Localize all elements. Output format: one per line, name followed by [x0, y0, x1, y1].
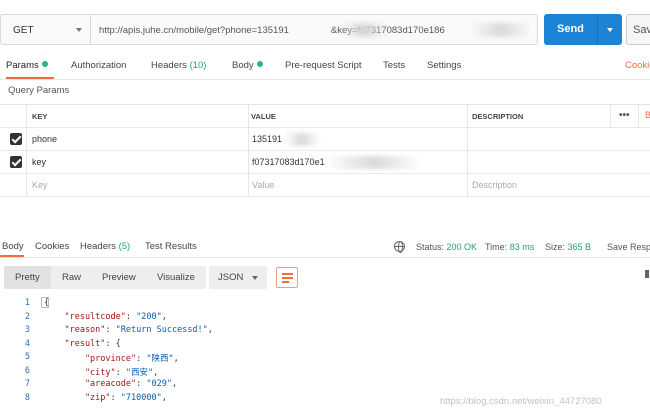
- param-description-cell[interactable]: [468, 128, 610, 151]
- chevron-down-icon: [76, 28, 82, 32]
- code-line: "zip": "710000",: [44, 392, 167, 403]
- column-divider: [26, 104, 27, 196]
- column-divider: [248, 104, 249, 196]
- param-key-cell[interactable]: phone: [0, 128, 248, 151]
- header-key: KEY: [32, 112, 48, 121]
- table-row: key f07317083d170e1: [0, 151, 650, 174]
- time-readout: Time: 83 ms: [485, 242, 535, 252]
- query-params-title: Query Params: [8, 85, 70, 96]
- view-visualize-button[interactable]: Visualize: [146, 266, 206, 289]
- panel-edge-icon: [645, 270, 649, 278]
- line-number: 2: [24, 311, 30, 322]
- column-divider: [638, 104, 639, 127]
- param-value-cell[interactable]: 135191: [248, 128, 468, 151]
- divider: [0, 257, 650, 258]
- cookies-link[interactable]: Cookie: [625, 60, 650, 71]
- code-line: "reason": "Return Successd!",: [44, 325, 213, 335]
- line-number: 6: [24, 365, 30, 376]
- tab-tests[interactable]: Tests: [383, 60, 405, 71]
- line-number: 4: [24, 338, 30, 349]
- tab-response-body[interactable]: Body: [2, 241, 24, 252]
- tab-params[interactable]: Params: [6, 60, 48, 71]
- divider: [0, 79, 650, 80]
- params-table: KEY VALUE DESCRIPTION phone 135191 key f…: [0, 104, 650, 197]
- size-readout: Size: 365 B: [545, 242, 592, 252]
- redacted-blur: [326, 156, 422, 169]
- wrap-line-bar: [282, 277, 293, 279]
- redacted-blur: [338, 23, 390, 37]
- tab-pre-request-script[interactable]: Pre-request Script: [285, 60, 362, 71]
- send-label: Send: [557, 23, 584, 35]
- tab-test-results[interactable]: Test Results: [145, 241, 197, 252]
- table-header-row: KEY VALUE DESCRIPTION: [0, 105, 650, 128]
- save-button[interactable]: Sav: [626, 14, 650, 45]
- view-raw-button[interactable]: Raw: [51, 266, 93, 289]
- more-options-icon[interactable]: •••: [619, 110, 630, 121]
- line-number: 3: [24, 325, 30, 335]
- wrap-line-bar: [282, 273, 293, 275]
- param-description-cell[interactable]: [468, 151, 610, 174]
- watermark: https://blog.csdn.net/weixin_44727080: [440, 396, 602, 407]
- status-dot-icon: [256, 61, 263, 67]
- tab-authorization[interactable]: Authorization: [71, 60, 126, 71]
- save-label: Sav: [633, 24, 650, 36]
- new-key-input[interactable]: Key: [0, 174, 248, 197]
- tab-settings[interactable]: Settings: [427, 60, 461, 71]
- request-url-bar: GET http://apis.juhe.cn/mobile/get?phone…: [0, 14, 650, 45]
- send-options-button[interactable]: [597, 14, 622, 45]
- line-number: 7: [24, 379, 30, 389]
- tab-headers[interactable]: Headers (10): [151, 60, 206, 71]
- view-preview-button[interactable]: Preview: [93, 266, 146, 289]
- method-select[interactable]: GET: [0, 14, 91, 45]
- code-line: "province": "陕西",: [44, 354, 179, 364]
- column-divider: [610, 104, 611, 127]
- format-label: JSON: [218, 272, 244, 283]
- redacted-blur: [284, 133, 320, 146]
- line-number: 1: [24, 298, 30, 308]
- format-select[interactable]: JSON: [209, 266, 267, 289]
- code-line: "result": {: [44, 338, 121, 349]
- code-line: "resultcode": "200",: [44, 311, 167, 322]
- table-row: phone 135191: [0, 128, 650, 151]
- tab-response-cookies[interactable]: Cookies: [35, 241, 69, 252]
- status-readout: Status: 200 OK: [416, 242, 478, 252]
- line-number: 5: [24, 352, 30, 362]
- view-pretty-button[interactable]: Pretty: [4, 266, 51, 289]
- url-input[interactable]: http://apis.juhe.cn/mobile/get?phone=135…: [90, 14, 538, 45]
- new-description-input[interactable]: Description: [468, 174, 610, 197]
- send-button[interactable]: Send: [544, 14, 597, 45]
- bulk-edit-link[interactable]: B: [645, 110, 650, 120]
- redacted-blur: [471, 23, 531, 37]
- save-response-button[interactable]: Save Resp: [607, 242, 650, 252]
- chevron-down-icon: [252, 276, 258, 280]
- code-line: "city": "西安",: [44, 367, 159, 378]
- param-value-cell[interactable]: f07317083d170e1: [248, 151, 468, 174]
- line-number: 8: [24, 392, 30, 403]
- url-text: http://apis.juhe.cn/mobile/get?phone=135…: [99, 25, 445, 36]
- tab-body[interactable]: Body: [232, 60, 263, 71]
- param-key-cell[interactable]: key: [0, 151, 248, 174]
- table-row-new: Key Value Description: [0, 174, 650, 197]
- wrap-lines-icon[interactable]: [276, 267, 298, 288]
- header-description: DESCRIPTION: [472, 112, 524, 121]
- header-value: VALUE: [251, 112, 276, 121]
- status-dot-icon: [41, 61, 48, 67]
- method-label: GET: [13, 25, 34, 36]
- column-divider: [467, 104, 468, 196]
- tab-response-headers[interactable]: Headers (5): [80, 241, 130, 252]
- request-tabs: Params Authorization Headers (10) Body P…: [0, 58, 650, 76]
- bracket-match-box: [41, 297, 49, 308]
- new-value-input[interactable]: Value: [248, 174, 468, 197]
- chevron-down-icon: [607, 28, 613, 32]
- wrap-line-bar: [282, 281, 289, 283]
- globe-icon[interactable]: [394, 241, 405, 253]
- code-line: "areacode": "029",: [44, 379, 178, 389]
